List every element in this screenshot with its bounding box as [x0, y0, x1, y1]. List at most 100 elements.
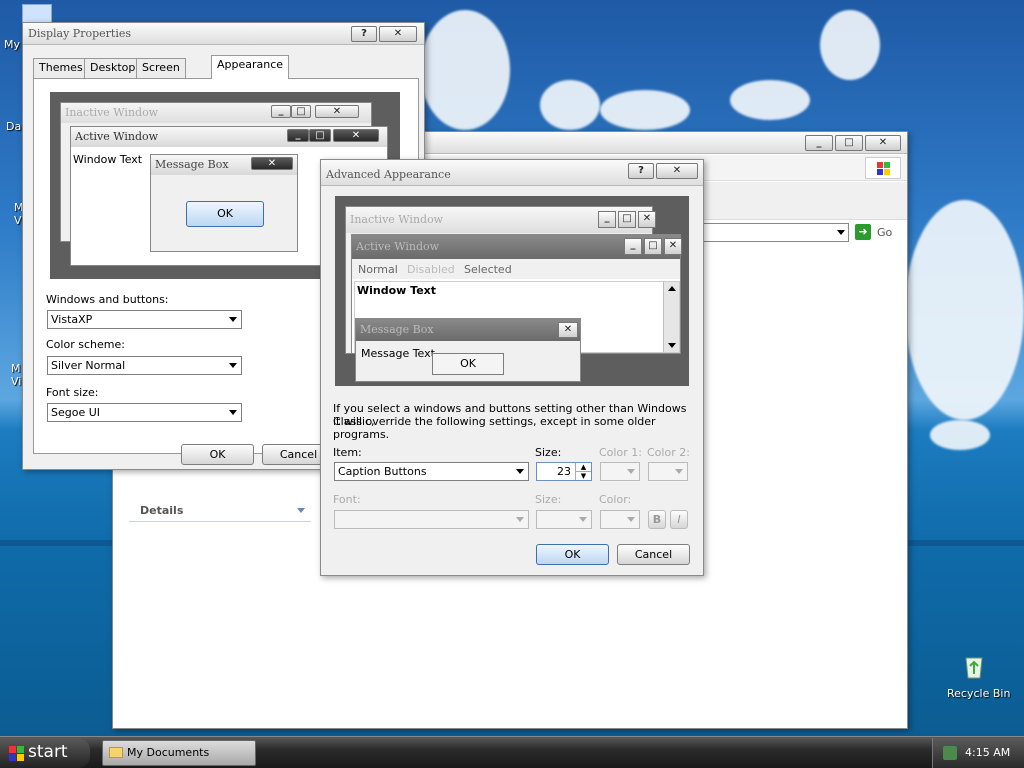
desktop-label-mvi[interactable]: M Vi — [11, 362, 21, 388]
font-color-label: Color: — [599, 493, 632, 506]
adv-preview-message-box-title: Message Box — [356, 319, 580, 341]
adv-preview-message-text: Message Text — [361, 347, 435, 360]
advanced-titlebar: Advanced Appearance ? ✕ — [321, 160, 703, 186]
go-arrow-icon: ➜ — [855, 224, 871, 240]
color1-label: Color 1: — [599, 446, 642, 459]
preview-message-box-close-icon: ✕ — [251, 157, 293, 170]
start-button[interactable]: start — [0, 738, 90, 768]
preview-ok-button: OK — [186, 201, 264, 227]
ok-button[interactable]: OK — [181, 444, 254, 465]
preview-active-minimize-icon: _ — [287, 129, 309, 142]
item-value: Caption Buttons — [338, 465, 427, 478]
tab-themes[interactable]: Themes — [33, 58, 89, 78]
help-button[interactable]: ? — [628, 163, 654, 179]
adv-active-minimize-icon: _ — [624, 238, 642, 255]
item-label: Item: — [333, 446, 362, 459]
color-scheme-label: Color scheme: — [46, 338, 125, 351]
size-stepper[interactable]: 23 ▲ ▼ — [536, 462, 592, 481]
preview-active-maximize-icon: □ — [309, 129, 331, 142]
chevron-down-icon — [516, 469, 524, 474]
windows-buttons-value: VistaXP — [51, 313, 93, 326]
chevron-down-icon — [627, 469, 635, 474]
folder-icon — [109, 747, 123, 758]
tab-appearance[interactable]: Appearance — [211, 55, 290, 79]
explorer-maximize-button[interactable]: □ — [835, 135, 863, 151]
advanced-info-line2: it will override the following settings,… — [333, 415, 656, 441]
cancel-button[interactable]: Cancel — [617, 544, 690, 565]
size-down-icon[interactable]: ▼ — [575, 472, 591, 480]
explorer-minimize-button[interactable]: _ — [805, 135, 833, 151]
adv-menu-normal: Normal — [358, 263, 398, 276]
tab-desktop[interactable]: Desktop — [84, 58, 142, 78]
scroll-down-icon — [668, 343, 676, 348]
adv-menu-selected: Selected — [464, 263, 512, 276]
network-icon[interactable] — [943, 746, 957, 760]
windows-flag-icon — [865, 157, 901, 179]
help-button[interactable]: ? — [351, 26, 377, 42]
chevron-down-icon — [516, 517, 524, 522]
font-color-select[interactable] — [600, 510, 640, 529]
close-button[interactable]: ✕ — [379, 26, 417, 42]
italic-button[interactable]: I — [670, 510, 688, 529]
scroll-up-icon — [668, 286, 676, 291]
adv-message-box-close-icon: ✕ — [558, 322, 578, 338]
size-value[interactable]: 23 — [557, 465, 571, 478]
font-size-select[interactable] — [536, 510, 592, 529]
size-up-icon[interactable]: ▲ — [575, 463, 591, 472]
advanced-preview: Inactive Window _ □ ✕ Active Window _ □ … — [335, 196, 689, 386]
font-size-select[interactable]: Segoe UI — [47, 403, 242, 422]
recycle-bin-label[interactable]: Recycle Bin — [947, 687, 1010, 700]
taskbar-item-label: My Documents — [127, 746, 210, 759]
desktop-icon-my[interactable] — [22, 4, 52, 24]
font-select[interactable] — [334, 510, 529, 529]
recycle-bin-icon[interactable] — [960, 652, 988, 680]
ok-button[interactable]: OK — [536, 544, 609, 565]
color1-select[interactable] — [600, 462, 640, 481]
explorer-address-bar[interactable] — [703, 223, 849, 242]
desktop-label-da[interactable]: Da — [6, 120, 21, 133]
desktop-label-my[interactable]: My — [4, 38, 20, 51]
adv-active-close-icon: ✕ — [664, 238, 682, 255]
clock[interactable]: 4:15 AM — [965, 746, 1010, 759]
item-select[interactable]: Caption Buttons — [334, 462, 529, 481]
taskbar: start My Documents 4:15 AM — [0, 736, 1024, 768]
adv-menu-disabled: Disabled — [407, 263, 455, 276]
adv-preview-message-box: Message Box ✕ Message Text OK — [355, 318, 581, 382]
adv-preview-ok-button: OK — [432, 353, 504, 375]
adv-preview-scrollbar — [663, 282, 679, 352]
preview-inactive-minimize-icon: _ — [271, 105, 291, 118]
explorer-close-button[interactable]: ✕ — [865, 135, 901, 151]
chevron-down-icon — [627, 517, 635, 522]
chevron-down-icon — [229, 317, 237, 322]
advanced-appearance-window: Advanced Appearance ? ✕ Inactive Window … — [320, 159, 704, 576]
go-button[interactable]: ➜ Go — [853, 223, 899, 242]
font-size-value: Segoe UI — [51, 406, 101, 419]
chevron-down-icon — [229, 363, 237, 368]
preview-inactive-close-icon: ✕ — [315, 105, 359, 118]
font-label: Font: — [333, 493, 361, 506]
display-properties-title: Display Properties — [28, 27, 131, 40]
taskbar-item-my-documents[interactable]: My Documents — [102, 740, 256, 766]
size-label: Size: — [535, 446, 562, 459]
close-button[interactable]: ✕ — [656, 163, 698, 179]
font-size-label: Size: — [535, 493, 562, 506]
go-label: Go — [877, 226, 893, 239]
adv-preview-window-text: Window Text — [357, 284, 437, 297]
preview-window-text: Window Text — [73, 153, 143, 166]
windows-buttons-label: Windows and buttons: — [46, 293, 169, 306]
color-scheme-select[interactable]: Silver Normal — [47, 356, 242, 375]
advanced-title: Advanced Appearance — [326, 168, 451, 181]
details-panel-header[interactable]: Details — [129, 502, 311, 522]
adv-active-maximize-icon: □ — [644, 238, 662, 255]
chevron-down-icon — [675, 469, 683, 474]
preview-inactive-maximize-icon: □ — [291, 105, 311, 118]
adv-inactive-close-icon: ✕ — [638, 211, 656, 228]
adv-inactive-maximize-icon: □ — [618, 211, 636, 228]
color2-select[interactable] — [648, 462, 688, 481]
chevron-down-icon — [579, 517, 587, 522]
adv-preview-menubar: Normal Disabled Selected — [352, 259, 680, 279]
system-tray: 4:15 AM — [932, 738, 1024, 768]
tab-screen-saver[interactable]: Screen Saver — [136, 58, 186, 92]
windows-buttons-select[interactable]: VistaXP — [47, 310, 242, 329]
bold-button[interactable]: B — [648, 510, 666, 529]
